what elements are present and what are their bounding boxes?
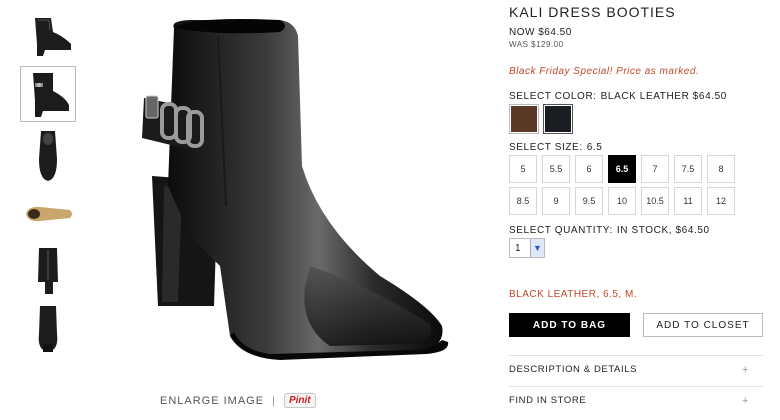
boot-sole-icon [26, 206, 72, 222]
size-option[interactable]: 8 [707, 155, 735, 183]
size-option[interactable]: 7.5 [674, 155, 702, 183]
add-to-bag-button[interactable]: ADD TO BAG [509, 313, 630, 337]
accordion-description[interactable]: DESCRIPTION & DETAILS + [509, 355, 763, 383]
boot-main-image [142, 19, 449, 360]
size-option[interactable]: 6 [575, 155, 603, 183]
thumbnail-sole-view[interactable] [20, 194, 76, 234]
size-grid-row1: 5 5.5 6 6.5 7 7.5 8 [509, 155, 735, 183]
chevron-down-icon[interactable]: ▼ [530, 239, 544, 257]
boot-front-icon [38, 306, 58, 352]
price-was: WAS $129.00 [509, 40, 564, 49]
gallery-actions: ENLARGE IMAGE | Pinit [160, 393, 316, 408]
selection-summary: BLACK LEATHER, 6.5, M. [509, 289, 638, 300]
color-value: BLACK LEATHER $64.50 [600, 91, 727, 102]
color-swatches [509, 104, 573, 134]
color-label: SELECT COLOR: [509, 91, 597, 102]
boot-back-icon [38, 248, 58, 294]
quantity-value: IN STOCK, $64.50 [616, 225, 710, 236]
size-label: SELECT SIZE: [509, 142, 583, 153]
size-value: 6.5 [586, 142, 603, 153]
main-product-image[interactable] [130, 6, 470, 376]
thumbnail-side-view-buckle[interactable] [20, 66, 76, 122]
accordion-description-label: DESCRIPTION & DETAILS [509, 364, 638, 375]
size-option[interactable]: 12 [707, 187, 735, 215]
pinit-button[interactable]: Pinit [283, 393, 316, 408]
swatch-black-leather[interactable] [543, 104, 573, 134]
thumbnail-top-view[interactable] [20, 126, 76, 186]
size-option[interactable]: 5.5 [542, 155, 570, 183]
size-option[interactable]: 11 [674, 187, 702, 215]
size-grid-row2: 8.5 9 9.5 10 10.5 11 12 [509, 187, 735, 215]
size-option[interactable]: 9.5 [575, 187, 603, 215]
thumbnail-front-view[interactable] [20, 302, 76, 356]
thumbnail-back-view[interactable] [20, 244, 76, 298]
size-label-row: SELECT SIZE: 6.5 [509, 142, 602, 153]
swatch-brown-leather[interactable] [509, 104, 539, 134]
price-now: NOW $64.50 [509, 27, 572, 38]
accordion-find-in-store-label: FIND IN STORE [509, 395, 587, 406]
size-option[interactable]: 9 [542, 187, 570, 215]
product-title: KALI DRESS BOOTIES [509, 4, 676, 20]
quantity-select[interactable]: 1 ▼ [509, 238, 545, 258]
boot-buckle-icon [33, 73, 69, 117]
quantity-label: SELECT QUANTITY: [509, 225, 613, 236]
size-option[interactable]: 10 [608, 187, 636, 215]
plus-icon: + [741, 363, 749, 376]
add-to-closet-button[interactable]: ADD TO CLOSET [643, 313, 763, 337]
enlarge-image-link[interactable]: ENLARGE IMAGE [160, 395, 264, 407]
boot-side-icon [35, 18, 71, 56]
plus-icon: + [741, 394, 749, 407]
size-option[interactable]: 5 [509, 155, 537, 183]
gallery-separator: | [272, 394, 276, 407]
quantity-selected: 1 [515, 242, 521, 254]
quantity-label-row: SELECT QUANTITY: IN STOCK, $64.50 [509, 225, 710, 236]
color-label-row: SELECT COLOR: BLACK LEATHER $64.50 [509, 91, 727, 102]
size-option[interactable]: 10.5 [641, 187, 669, 215]
size-option[interactable]: 8.5 [509, 187, 537, 215]
size-option-selected[interactable]: 6.5 [608, 155, 636, 183]
accordion-find-in-store[interactable]: FIND IN STORE + [509, 386, 763, 414]
thumbnail-side-view[interactable] [20, 12, 76, 60]
promo-message: Black Friday Special! Price as marked. [509, 66, 700, 77]
boot-top-icon [39, 131, 57, 181]
size-option[interactable]: 7 [641, 155, 669, 183]
